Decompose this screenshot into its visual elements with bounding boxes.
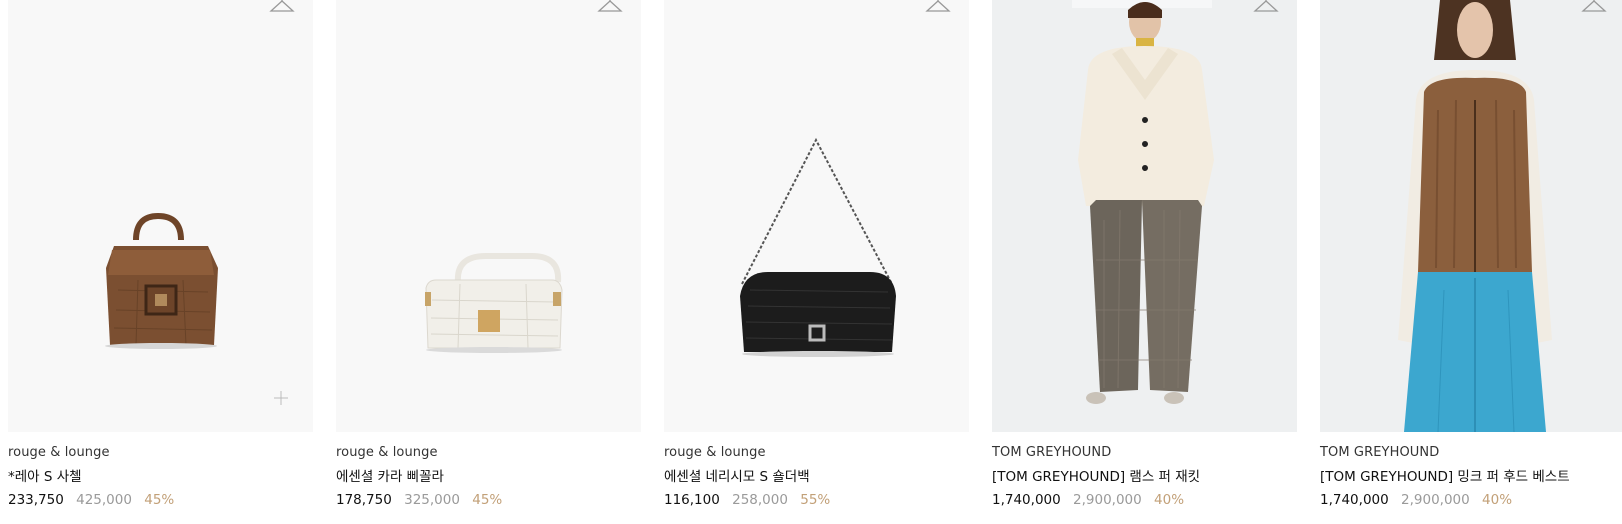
brown-satchel-image <box>105 212 218 349</box>
model-fur-jacket-image <box>1072 0 1214 404</box>
discount-rate: 40% <box>1482 492 1513 508</box>
product-image[interactable] <box>336 0 641 432</box>
product-brand[interactable]: rouge & lounge <box>8 444 313 462</box>
original-price: 325,000 <box>404 492 460 508</box>
original-price: 2,900,000 <box>1401 492 1470 508</box>
sale-price: 116,100 <box>664 492 720 508</box>
white-baguette-image <box>425 253 563 353</box>
product-prices: 1,740,000 2,900,000 40% <box>992 491 1297 509</box>
product-image[interactable] <box>1320 0 1622 432</box>
hanger-icon[interactable] <box>269 0 295 14</box>
sale-price: 233,750 <box>8 492 64 508</box>
product-info: rouge & lounge 에센셜 네리시모 S 숄더백 116,100 25… <box>664 432 969 509</box>
product-card[interactable]: rouge & lounge *레아 S 사첼 233,750 425,000 … <box>8 0 313 509</box>
product-info: TOM GREYHOUND [TOM GREYHOUND] 램스 퍼 재킷 1,… <box>992 432 1297 509</box>
product-name[interactable]: 에센셜 카라 삐꼴라 <box>336 468 641 486</box>
sale-price: 178,750 <box>336 492 392 508</box>
black-shoulder-bag-image <box>740 137 896 357</box>
hanger-icon[interactable] <box>925 0 951 14</box>
product-card[interactable]: TOM GREYHOUND [TOM GREYHOUND] 밍크 퍼 후드 베스… <box>1320 0 1622 509</box>
product-name[interactable]: [TOM GREYHOUND] 램스 퍼 재킷 <box>992 468 1297 486</box>
product-prices: 178,750 325,000 45% <box>336 491 641 509</box>
sale-price: 1,740,000 <box>992 492 1061 508</box>
product-card[interactable]: TOM GREYHOUND [TOM GREYHOUND] 램스 퍼 재킷 1,… <box>992 0 1297 509</box>
product-card[interactable]: rouge & lounge 에센셜 네리시모 S 숄더백 116,100 25… <box>664 0 969 509</box>
original-price: 425,000 <box>76 492 132 508</box>
product-brand[interactable]: rouge & lounge <box>336 444 641 462</box>
product-info: rouge & lounge 에센셜 카라 삐꼴라 178,750 325,00… <box>336 432 641 509</box>
product-prices: 1,740,000 2,900,000 40% <box>1320 491 1622 509</box>
original-price: 2,900,000 <box>1073 492 1142 508</box>
plus-icon[interactable] <box>273 390 289 406</box>
discount-rate: 45% <box>472 492 503 508</box>
discount-rate: 55% <box>800 492 831 508</box>
hanger-icon[interactable] <box>1581 0 1607 14</box>
hanger-icon[interactable] <box>1253 0 1279 14</box>
product-info: rouge & lounge *레아 S 사첼 233,750 425,000 … <box>8 432 313 509</box>
product-info: TOM GREYHOUND [TOM GREYHOUND] 밍크 퍼 후드 베스… <box>1320 432 1622 509</box>
product-prices: 233,750 425,000 45% <box>8 491 313 509</box>
hanger-icon[interactable] <box>597 0 623 14</box>
product-image[interactable] <box>8 0 313 432</box>
product-image[interactable] <box>664 0 969 432</box>
product-brand[interactable]: TOM GREYHOUND <box>1320 444 1622 462</box>
product-grid: rouge & lounge *레아 S 사첼 233,750 425,000 … <box>0 0 1622 524</box>
original-price: 258,000 <box>732 492 788 508</box>
product-name[interactable]: *레아 S 사첼 <box>8 468 313 486</box>
model-fur-vest-image <box>1398 0 1552 432</box>
product-prices: 116,100 258,000 55% <box>664 491 969 509</box>
product-name[interactable]: [TOM GREYHOUND] 밍크 퍼 후드 베스트 <box>1320 468 1622 486</box>
product-name[interactable]: 에센셜 네리시모 S 숄더백 <box>664 468 969 486</box>
product-card[interactable]: rouge & lounge 에센셜 카라 삐꼴라 178,750 325,00… <box>336 0 641 509</box>
product-brand[interactable]: rouge & lounge <box>664 444 969 462</box>
product-image[interactable] <box>992 0 1297 432</box>
discount-rate: 45% <box>144 492 175 508</box>
product-brand[interactable]: TOM GREYHOUND <box>992 444 1297 462</box>
discount-rate: 40% <box>1154 492 1185 508</box>
sale-price: 1,740,000 <box>1320 492 1389 508</box>
